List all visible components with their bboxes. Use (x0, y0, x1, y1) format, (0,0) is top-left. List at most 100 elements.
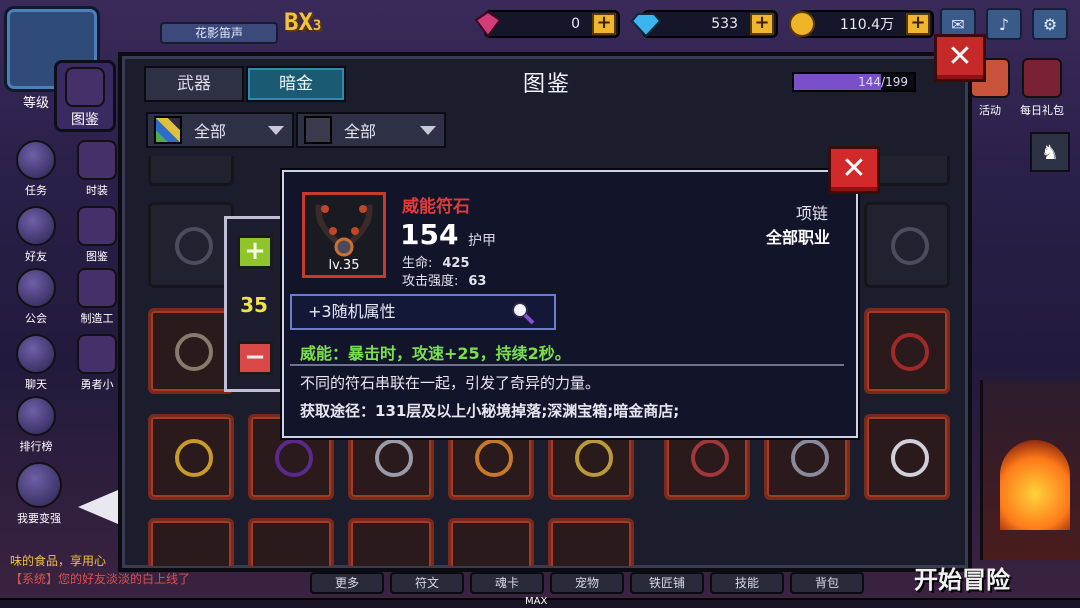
player-name: 花影笛声 (160, 22, 278, 44)
heart-gem-icon (472, 8, 504, 40)
item-slot[interactable] (864, 414, 950, 500)
tab-weapons[interactable]: 武器 (144, 66, 244, 102)
sidebar-item-codex-top[interactable]: 图鉴 (54, 60, 116, 132)
collection-progress-text: 144/199 (858, 75, 908, 89)
chat-message: 味的食品，享用心 (10, 554, 107, 568)
sidebar-item-fashion[interactable]: 时装 (72, 140, 122, 200)
sidebar-item-label: 公会 (25, 312, 47, 325)
sidebar-item-guild[interactable]: 公会 (10, 268, 62, 328)
add-gold-button[interactable]: + (906, 13, 930, 35)
necklace-icon (275, 439, 313, 477)
start-adventure-button[interactable]: 开始冒险 (914, 560, 1010, 595)
tab-runes[interactable]: 符文 (390, 572, 464, 594)
tab-dark-gold[interactable]: 暗金 (246, 66, 346, 102)
item-slot[interactable] (148, 414, 234, 500)
sidebar-item-power-up[interactable]: 我要变强 (10, 462, 68, 525)
stat-attack-power: 攻击强度: 63 (402, 270, 486, 289)
item-description: 不同的符石串联在一起，引发了奇异的力量。 (300, 374, 601, 392)
quantity-stepper: + 35 − (224, 216, 284, 392)
daily-gift-button[interactable]: 每日礼包 (1018, 58, 1066, 118)
add-diamond-button[interactable]: + (750, 13, 774, 35)
currency-heart: 0 + (474, 10, 620, 38)
stat-value: 63 (468, 274, 487, 289)
necklace-icon (791, 439, 829, 477)
tooltip-divider (290, 364, 844, 366)
sidebar-item-label: 图鉴 (71, 112, 99, 128)
craft-icon (77, 268, 117, 308)
item-slot[interactable] (148, 308, 234, 394)
item-icon-frame: lv.35 (302, 192, 386, 278)
necklace-icon (891, 227, 929, 265)
item-slot[interactable] (348, 518, 434, 566)
item-slot[interactable] (148, 202, 234, 288)
random-attribute-label: +3随机属性 (308, 302, 396, 321)
item-source: 获取途径：131层及以上小秘境掉落;深渊宝箱;暗金商店; (300, 402, 680, 420)
tab-blacksmith[interactable]: 铁匠铺 (630, 572, 704, 594)
random-attribute-button[interactable]: +3随机属性 (290, 294, 556, 330)
sidebar-item-friends[interactable]: 好友 (10, 206, 62, 266)
sidebar-item-chat[interactable]: 聊天 (10, 334, 62, 394)
sidebar-item-label: 排行榜 (19, 440, 53, 453)
necklace-icon (891, 333, 929, 371)
tab-backpack[interactable]: 背包 (790, 572, 864, 594)
codex-icon (65, 67, 105, 107)
gold-coin-icon (786, 8, 818, 40)
currency-gold: 110.4万 + (789, 10, 934, 38)
chat-collapse-arrow[interactable] (78, 490, 118, 524)
currency-heart-value: 0 (571, 16, 580, 32)
sidebar-item-label: 时装 (86, 184, 108, 197)
quantity-increase-button[interactable]: + (237, 235, 273, 269)
stat-value: 425 (442, 256, 470, 271)
item-slot[interactable] (448, 518, 534, 566)
guild-icon (16, 268, 56, 308)
item-score: 154 (400, 218, 459, 251)
sidebar-item-craft[interactable]: 制造工 (72, 268, 122, 328)
item-slot[interactable] (864, 308, 950, 394)
necklace-icon (175, 227, 213, 265)
item-slot[interactable] (148, 156, 234, 186)
speaker-icon[interactable]: ♪ (986, 8, 1022, 40)
necklace-icon (175, 439, 213, 477)
item-tooltip: lv.35 威能符石 154 护甲 生命: 425 攻击强度: 63 项链 全部职业… (282, 170, 858, 438)
close-window-button[interactable]: ✕ (934, 34, 986, 82)
sidebar-item-label: 勇者小 (80, 378, 114, 391)
item-slot[interactable] (864, 202, 950, 288)
tab-pets[interactable]: 宠物 (550, 572, 624, 594)
item-slot[interactable] (248, 518, 334, 566)
filter-category[interactable]: 全部 (146, 112, 294, 148)
side-menu-toggle[interactable]: ♞ (1030, 132, 1070, 172)
item-slot-type: 项链 (795, 204, 828, 223)
event-label: 活动 (979, 104, 1001, 117)
sidebar-item-codex[interactable]: 图鉴 (72, 206, 122, 266)
hero-icon (77, 334, 117, 374)
item-slot[interactable] (548, 518, 634, 566)
necklace-icon (375, 439, 413, 477)
tab-soul-cards[interactable]: 魂卡 (470, 572, 544, 594)
tab-skills[interactable]: 技能 (710, 572, 784, 594)
friends-icon (16, 206, 56, 246)
add-heart-button[interactable]: + (592, 13, 616, 35)
item-score-label: 护甲 (468, 233, 496, 249)
gift-icon (1022, 58, 1062, 98)
necklace-icon (891, 439, 929, 477)
item-slot[interactable] (148, 518, 234, 566)
sidebar-item-label: 聊天 (25, 378, 47, 391)
diamond-icon (630, 8, 662, 40)
power-up-icon (16, 462, 62, 508)
tab-more[interactable]: 更多 (310, 572, 384, 594)
quest-scroll-icon (16, 140, 56, 180)
quantity-value: 35 (240, 293, 268, 317)
settings-icon[interactable]: ⚙ (1032, 8, 1068, 40)
sidebar-item-label: 我要变强 (17, 512, 61, 525)
filter-class[interactable]: 全部 (296, 112, 446, 148)
trophy-icon (16, 396, 56, 436)
sidebar-item-quest[interactable]: 任务 (10, 140, 62, 200)
item-level: lv.35 (328, 258, 360, 273)
sidebar-item-ranking[interactable]: 排行榜 (10, 396, 62, 456)
sidebar-item-hero[interactable]: 勇者小 (72, 334, 122, 394)
fashion-icon (77, 140, 117, 180)
quantity-decrease-button[interactable]: − (237, 341, 273, 375)
window-title: 图鉴 (522, 72, 571, 97)
close-tooltip-button[interactable]: ✕ (828, 146, 880, 194)
necklace-icon (575, 439, 613, 477)
